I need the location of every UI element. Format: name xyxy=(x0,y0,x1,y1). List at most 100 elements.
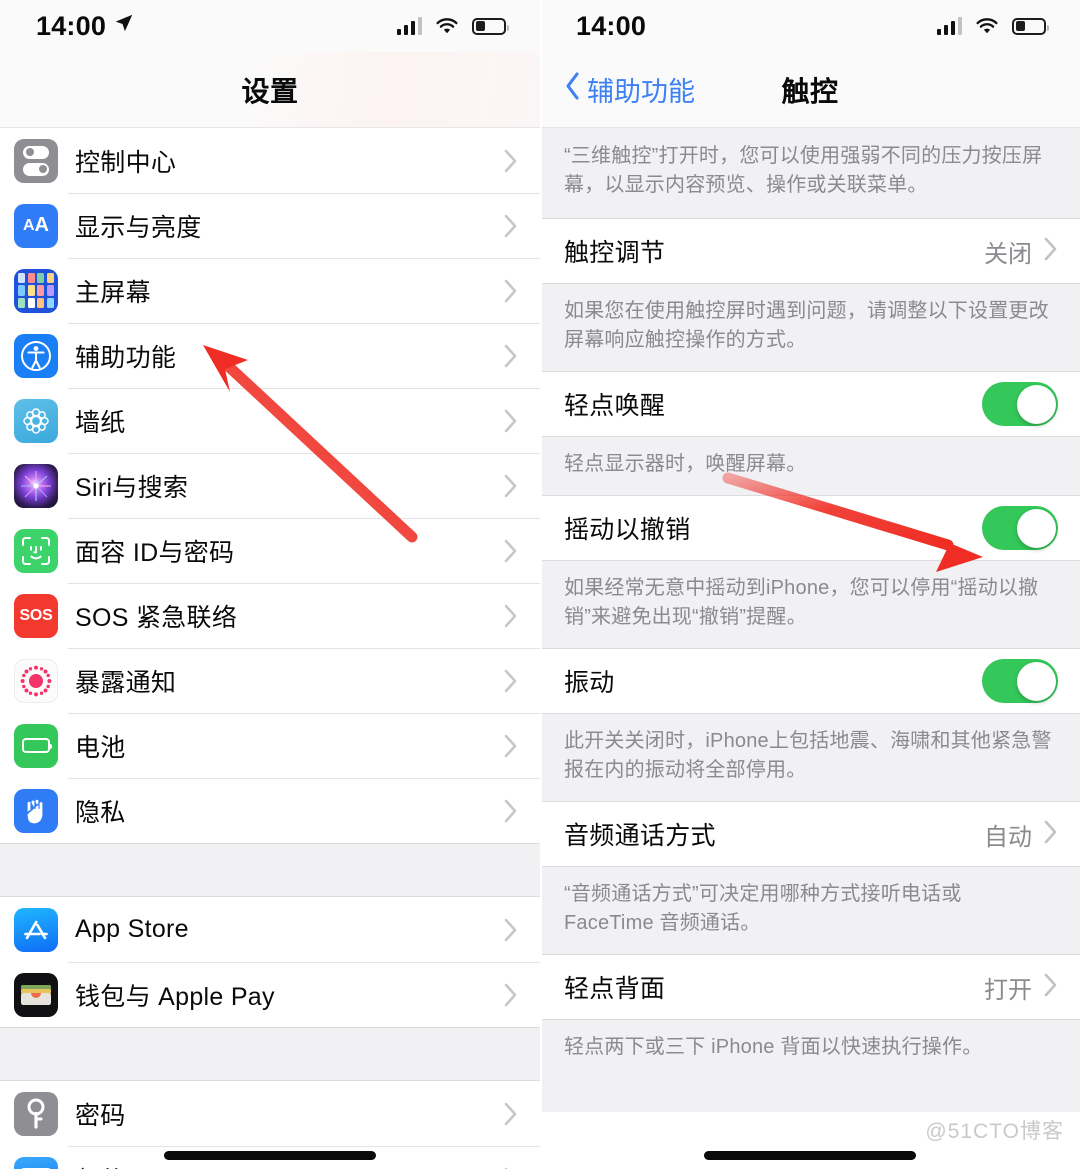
watermark: @51CTO博客 xyxy=(925,1120,1064,1143)
sidebar-item-exposure-notifications[interactable]: 暴露通知 xyxy=(0,648,540,713)
tap-to-wake-toggle[interactable] xyxy=(982,382,1058,426)
group-separator xyxy=(0,1027,540,1081)
section-footnote-vibration: 此开关关闭时，iPhone上包括地震、海啸和其他紧急警报在内的振动将全部停用。 xyxy=(540,714,1080,801)
vibration-toggle[interactable] xyxy=(982,659,1058,703)
right-status-bar: 14:00 xyxy=(540,0,1080,52)
cell-accessory: 关闭 xyxy=(984,234,1058,269)
cell-accessory: 自动 xyxy=(984,817,1058,852)
row-label: 密码 xyxy=(75,1101,126,1130)
sidebar-item-control-center[interactable]: 控制中心 xyxy=(0,128,540,193)
chevron-right-icon xyxy=(504,669,518,693)
sidebar-item-battery[interactable]: 电池 xyxy=(0,713,540,778)
sidebar-item-app-store[interactable]: App Store xyxy=(0,897,540,962)
cellular-signal-icon xyxy=(397,17,422,35)
right-nav-bar: 辅助功能 触控 xyxy=(540,52,1080,128)
sidebar-item-siri-search[interactable]: Siri与搜索 xyxy=(0,453,540,518)
battery-icon xyxy=(472,17,509,35)
back-button[interactable]: 辅助功能 xyxy=(564,70,695,109)
location-arrow-icon xyxy=(113,10,135,41)
cell-value: 打开 xyxy=(984,976,1032,1004)
passwords-key-icon xyxy=(14,1091,58,1136)
cell-label: 触控调节 xyxy=(564,239,666,267)
section-footnote-touch-accommodations: 如果您在使用触控屏时遇到问题，请调整以下设置更改屏幕响应触控操作的方式。 xyxy=(540,284,1080,371)
sidebar-item-wallpaper[interactable]: 墙纸 xyxy=(0,388,540,453)
row-label: 显示与亮度 xyxy=(75,213,202,242)
chevron-left-icon xyxy=(564,71,581,108)
settings-list: 控制中心 AA 显示与亮度 主屏幕 辅助功能 墙纸 Siri与搜索 面容 ID与… xyxy=(0,128,540,1169)
cell-vibration[interactable]: 振动 xyxy=(540,648,1080,714)
cell-back-tap[interactable]: 轻点背面 打开 xyxy=(540,954,1080,1020)
chevron-right-icon xyxy=(504,604,518,628)
cell-label: 音频通话方式 xyxy=(564,822,716,850)
status-time: 14:00 xyxy=(576,10,647,41)
row-label: SOS 紧急联络 xyxy=(75,603,238,632)
sidebar-item-face-id-passcode[interactable]: 面容 ID与密码 xyxy=(0,518,540,583)
home-screen-icon xyxy=(14,268,58,313)
row-label: 控制中心 xyxy=(75,148,177,177)
chevron-right-icon xyxy=(504,1102,518,1126)
row-label: 主屏幕 xyxy=(75,278,151,307)
cell-touch-accommodations[interactable]: 触控调节 关闭 xyxy=(540,218,1080,284)
exposure-notification-icon xyxy=(14,658,58,703)
row-label: 钱包与 Apple Pay xyxy=(75,982,275,1011)
right-phone-screen-touch: 14:00 辅助功能 触控 “三维触控”打开时，您可以使用强弱不同的压力按压屏幕… xyxy=(540,0,1080,1169)
wifi-icon xyxy=(435,17,459,35)
chevron-right-icon xyxy=(1044,237,1058,266)
cell-call-audio-routing[interactable]: 音频通话方式 自动 xyxy=(540,801,1080,867)
sidebar-item-display-brightness[interactable]: AA 显示与亮度 xyxy=(0,193,540,258)
row-label: 面容 ID与密码 xyxy=(75,538,235,567)
sidebar-item-home-screen[interactable]: 主屏幕 xyxy=(0,258,540,323)
group-separator xyxy=(0,843,540,897)
wallet-icon xyxy=(14,972,58,1017)
chevron-right-icon xyxy=(504,279,518,303)
status-time: 14:00 xyxy=(36,10,107,41)
chevron-right-icon xyxy=(1044,820,1058,849)
accessibility-icon xyxy=(14,333,58,378)
row-label: 辅助功能 xyxy=(75,343,177,372)
sidebar-item-privacy[interactable]: 隐私 xyxy=(0,778,540,843)
chevron-right-icon xyxy=(504,539,518,563)
chevron-right-icon xyxy=(1044,973,1058,1002)
cell-value: 关闭 xyxy=(984,240,1032,268)
section-footnote-3d-touch: “三维触控”打开时，您可以使用强弱不同的压力按压屏幕，以显示内容预览、操作或关联… xyxy=(540,128,1080,218)
row-label: 隐私 xyxy=(75,798,126,827)
touch-settings-scroll-area[interactable]: “三维触控”打开时，您可以使用强弱不同的压力按压屏幕，以显示内容预览、操作或关联… xyxy=(540,128,1080,1169)
chevron-right-icon xyxy=(504,214,518,238)
cell-label: 振动 xyxy=(564,669,615,697)
chevron-right-icon xyxy=(504,474,518,498)
row-label: 电池 xyxy=(75,733,126,762)
cell-label: 轻点背面 xyxy=(564,975,666,1003)
battery-icon xyxy=(1012,17,1049,35)
chevron-right-icon xyxy=(504,918,518,942)
privacy-hand-icon xyxy=(14,788,58,833)
left-status-indicators xyxy=(397,17,509,35)
sidebar-item-wallet-apple-pay[interactable]: 钱包与 Apple Pay xyxy=(0,962,540,1027)
shake-to-undo-toggle[interactable] xyxy=(982,506,1058,550)
sidebar-item-passwords[interactable]: 密码 xyxy=(0,1081,540,1146)
settings-scroll-area[interactable]: 控制中心 AA 显示与亮度 主屏幕 辅助功能 墙纸 Siri与搜索 面容 ID与… xyxy=(0,128,540,1169)
list-bottom-spacer xyxy=(540,1078,1080,1112)
section-footnote-shake-to-undo: 如果经常无意中摇动到iPhone，您可以停用“摇动以撤销”来避免出现“撤销”提醒… xyxy=(540,561,1080,648)
control-center-icon xyxy=(14,138,58,183)
cell-value: 自动 xyxy=(984,823,1032,851)
cell-label: 轻点唤醒 xyxy=(564,392,666,420)
mail-envelope-icon xyxy=(14,1156,58,1169)
left-phone-screen-settings: 14:00 设置 控制中心 A A 显示与亮度 主屏幕 辅助功能 墙纸 Siri… xyxy=(0,0,540,1169)
cell-tap-to-wake[interactable]: 轻点唤醒 xyxy=(540,371,1080,437)
sidebar-item-accessibility[interactable]: 辅助功能 xyxy=(0,323,540,388)
section-footnote-call-audio-routing: “音频通话方式”可决定用哪种方式接听电话或 FaceTime 音频通话。 xyxy=(540,867,1080,954)
section-footnote-back-tap: 轻点两下或三下 iPhone 背面以快速执行操作。 xyxy=(540,1020,1080,1078)
left-nav-bar: 设置 xyxy=(0,52,540,128)
sos-icon: SOS xyxy=(14,593,58,638)
touch-settings-list: “三维触控”打开时，您可以使用强弱不同的压力按压屏幕，以显示内容预览、操作或关联… xyxy=(540,128,1080,1112)
cellular-signal-icon xyxy=(937,17,962,35)
battery-settings-icon xyxy=(14,723,58,768)
cell-shake-to-undo[interactable]: 摇动以撤销 xyxy=(540,495,1080,561)
right-status-indicators xyxy=(937,17,1049,35)
chevron-right-icon xyxy=(504,409,518,433)
sidebar-item-emergency-sos[interactable]: SOS SOS 紧急联络 xyxy=(0,583,540,648)
left-status-bar: 14:00 xyxy=(0,0,540,52)
face-id-icon xyxy=(14,528,58,573)
chevron-right-icon xyxy=(504,149,518,173)
display-brightness-icon: AA xyxy=(14,203,58,248)
